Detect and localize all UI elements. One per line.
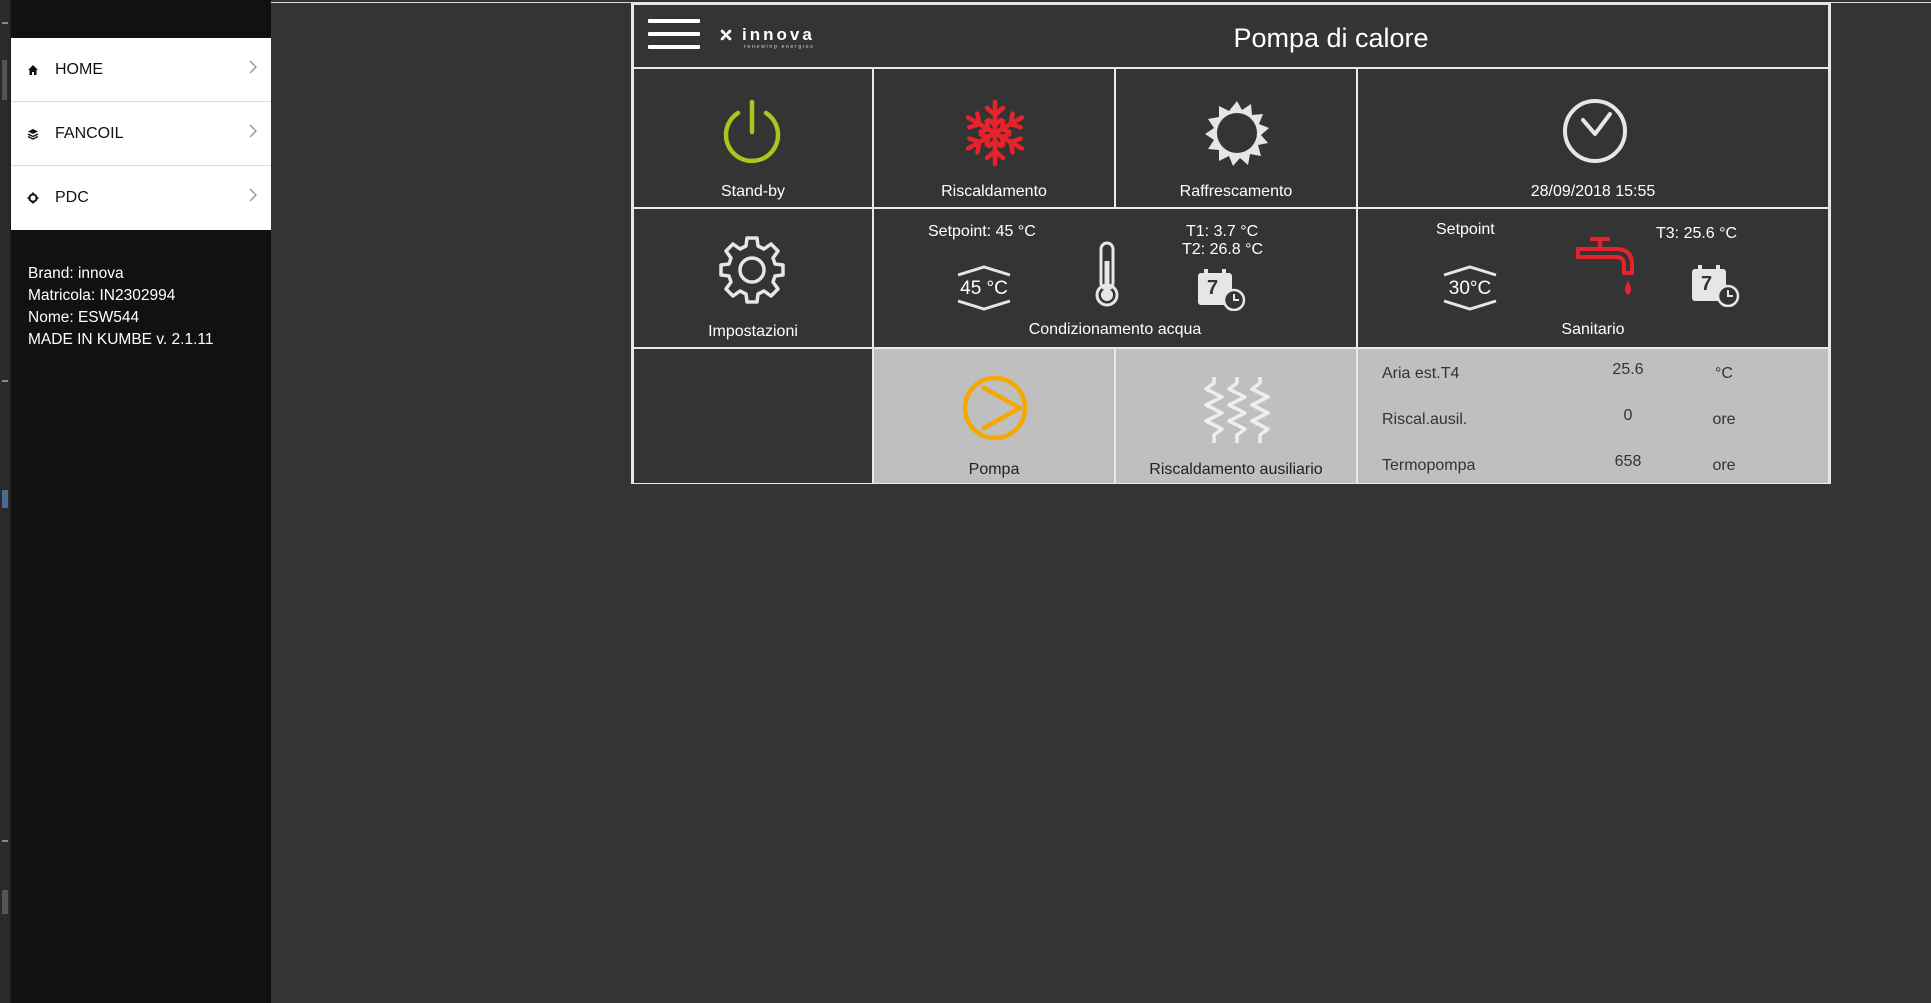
stat-row: Termopompa 658 ore [1358, 453, 1828, 481]
sanitario-setpoint-label: Setpoint [1436, 221, 1495, 238]
sanitario-setpoint-stepper[interactable]: 30°C [1440, 265, 1500, 311]
stat-row: Riscal.ausil. 0 ore [1358, 407, 1828, 435]
sidebar-nav: HOME FANCOIL PDC [11, 38, 271, 230]
riscaldamento-label: Riscaldamento [941, 183, 1047, 200]
sanitario-tile[interactable]: Setpoint 30°C T3: 25.6 °C 7 Sanitario [1357, 208, 1829, 348]
nome-text: Nome: ESW544 [28, 309, 140, 326]
calendar-schedule-icon[interactable]: 7 [1196, 267, 1246, 311]
stats-tile: Aria est.T4 25.6 °C Riscal.ausil. 0 ore … [1357, 348, 1829, 484]
sidebar: HOME FANCOIL PDC Brand: innova Matricola… [11, 0, 271, 1003]
stat-key: Termopompa [1382, 457, 1476, 474]
brand-text: Brand: innova [28, 265, 124, 282]
stat-unit: ore [1712, 457, 1736, 474]
t3-reading: T3: 25.6 °C [1656, 225, 1738, 242]
stat-value: 0 [1623, 407, 1633, 424]
raffrescamento-tile[interactable]: Raffrescamento [1115, 68, 1357, 208]
page-title: Pompa di calore [1233, 23, 1429, 53]
sidebar-item-pdc[interactable]: PDC [11, 166, 271, 230]
impostazioni-tile[interactable]: Impostazioni [633, 208, 873, 348]
panel-header: innova renewing energies Pompa di calore [633, 4, 1829, 68]
pompa-label: Pompa [968, 461, 1020, 478]
heat-pump-panel: innova renewing energies Pompa di calore… [631, 2, 1831, 484]
stat-key: Aria est.T4 [1382, 365, 1460, 382]
calendar-day: 7 [1701, 273, 1713, 295]
t1-reading: T1: 3.7 °C [1186, 223, 1259, 240]
pump-icon [962, 375, 1028, 441]
sidebar-item-label: PDC [55, 189, 89, 206]
stat-unit: °C [1715, 365, 1733, 382]
datetime-label: 28/09/2018 15:55 [1530, 183, 1656, 200]
calendar-day: 7 [1207, 277, 1219, 299]
sanitario-calendar-schedule-icon[interactable]: 7 [1690, 263, 1740, 307]
stat-value: 658 [1614, 453, 1642, 470]
version-text: MADE IN KUMBE v. 2.1.11 [28, 331, 214, 348]
clock-icon [1563, 99, 1627, 163]
stat-unit: ore [1712, 411, 1736, 428]
raffrescamento-label: Raffrescamento [1179, 183, 1293, 200]
chevron-right-icon [249, 60, 258, 79]
thermometer-icon [1095, 241, 1119, 307]
stat-key: Riscal.ausil. [1382, 411, 1468, 428]
impostazioni-label: Impostazioni [708, 323, 798, 340]
pompa-tile[interactable]: Pompa [873, 348, 1115, 484]
settings-gear-icon [719, 236, 785, 304]
power-icon [723, 99, 781, 164]
setpoint-stepper[interactable]: 45 °C [954, 265, 1014, 311]
ausiliario-label: Riscaldamento ausiliario [1149, 461, 1323, 478]
empty-tile [633, 348, 873, 484]
setpoint-value: 45 °C [960, 278, 1008, 299]
chevron-right-icon [249, 188, 258, 207]
home-icon [25, 62, 41, 78]
heater-coil-icon [1204, 377, 1270, 443]
riscaldamento-tile[interactable]: Riscaldamento [873, 68, 1115, 208]
water-tap-icon [1576, 237, 1634, 295]
layers-icon [25, 126, 41, 142]
stat-value: 25.6 [1612, 361, 1644, 378]
standby-label: Stand-by [720, 183, 786, 200]
clock-tile[interactable]: 28/09/2018 15:55 [1357, 68, 1829, 208]
ausiliario-tile[interactable]: Riscaldamento ausiliario [1115, 348, 1357, 484]
device-info: Brand: innova Matricola: IN2302994 Nome:… [28, 263, 213, 351]
matricola-text: Matricola: IN2302994 [28, 287, 176, 304]
condizionamento-tile[interactable]: Setpoint: 45 °C 45 °C T1: 3.7 °C T2: 26.… [873, 208, 1357, 348]
standby-tile[interactable]: Stand-by [633, 68, 873, 208]
sidebar-item-label: FANCOIL [55, 124, 124, 142]
snowflake-icon [965, 99, 1025, 167]
chevron-right-icon [249, 124, 258, 143]
sidebar-item-fancoil[interactable]: FANCOIL [11, 102, 271, 166]
condizionamento-setpoint-label: Setpoint: 45 °C [928, 223, 1036, 240]
sidebar-item-label: HOME [55, 60, 103, 78]
sanitario-setpoint-value: 30°C [1448, 278, 1492, 299]
sidebar-item-home[interactable]: HOME [11, 38, 271, 102]
t2-reading: T2: 26.8 °C [1182, 241, 1264, 258]
window-edge-strip [0, 0, 11, 1003]
sun-icon [1205, 101, 1269, 166]
gear-icon [25, 190, 41, 206]
sanitario-label: Sanitario [1561, 321, 1625, 338]
stat-row: Aria est.T4 25.6 °C [1358, 361, 1828, 389]
condizionamento-label: Condizionamento acqua [1028, 321, 1202, 338]
